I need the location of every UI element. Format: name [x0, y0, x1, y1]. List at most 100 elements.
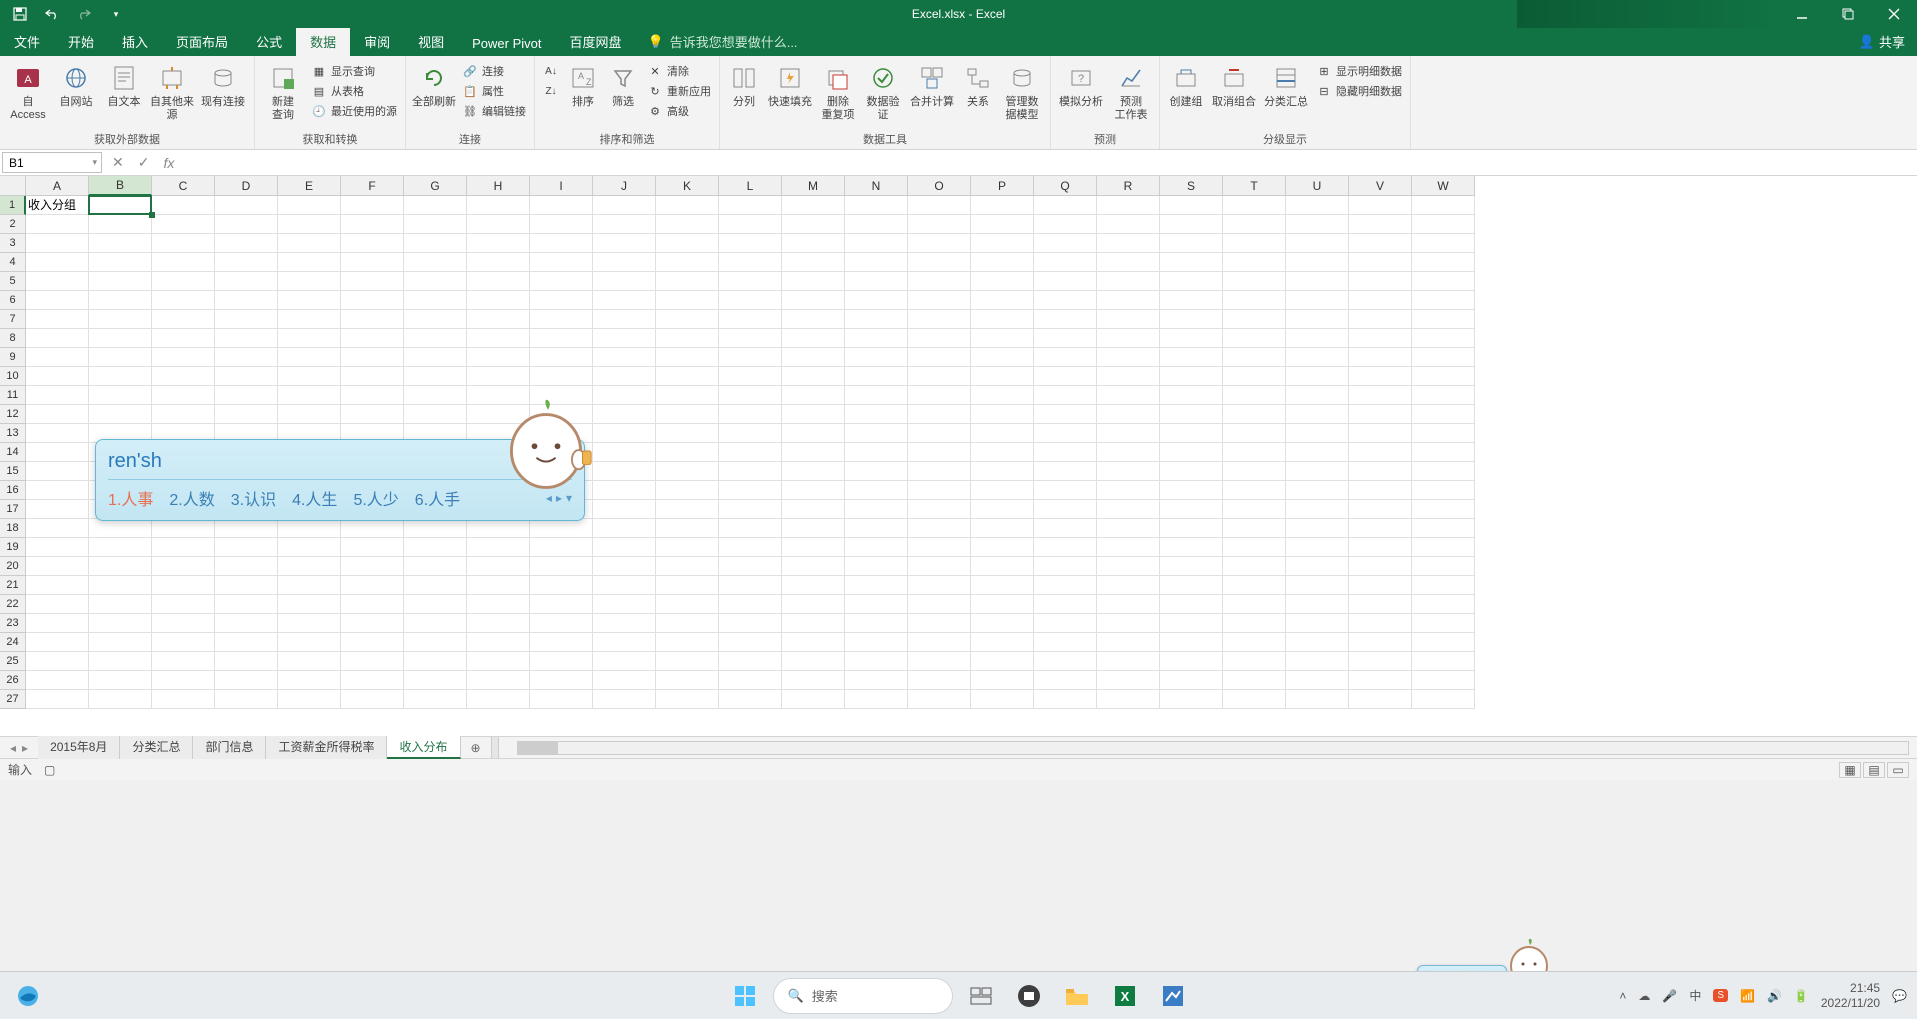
cell-S19[interactable]	[1160, 538, 1223, 557]
cell-P27[interactable]	[971, 690, 1034, 709]
cell-B25[interactable]	[89, 652, 152, 671]
explorer-icon[interactable]	[1057, 976, 1097, 1016]
cell-D26[interactable]	[215, 671, 278, 690]
col-header-M[interactable]: M	[782, 176, 845, 196]
row-header-8[interactable]: 8	[0, 329, 26, 348]
cell-P11[interactable]	[971, 386, 1034, 405]
cell-N2[interactable]	[845, 215, 908, 234]
cell-M17[interactable]	[782, 500, 845, 519]
col-header-T[interactable]: T	[1223, 176, 1286, 196]
undo-icon[interactable]	[40, 4, 64, 24]
cell-M2[interactable]	[782, 215, 845, 234]
cell-N24[interactable]	[845, 633, 908, 652]
tab-data[interactable]: 数据	[296, 27, 350, 56]
cell-M26[interactable]	[782, 671, 845, 690]
row-header-17[interactable]: 17	[0, 500, 26, 519]
cell-F8[interactable]	[341, 329, 404, 348]
cell-R27[interactable]	[1097, 690, 1160, 709]
cell-L17[interactable]	[719, 500, 782, 519]
cell-G11[interactable]	[404, 386, 467, 405]
forecast-sheet-button[interactable]: 预测 工作表	[1109, 58, 1153, 122]
cell-S10[interactable]	[1160, 367, 1223, 386]
cell-A25[interactable]	[26, 652, 89, 671]
cell-W18[interactable]	[1412, 519, 1475, 538]
cell-R9[interactable]	[1097, 348, 1160, 367]
cell-G6[interactable]	[404, 291, 467, 310]
cell-J12[interactable]	[593, 405, 656, 424]
cell-V18[interactable]	[1349, 519, 1412, 538]
cell-O2[interactable]	[908, 215, 971, 234]
cell-O5[interactable]	[908, 272, 971, 291]
existing-conn-button[interactable]: 现有连接	[198, 58, 248, 109]
cell-F24[interactable]	[341, 633, 404, 652]
cell-U22[interactable]	[1286, 595, 1349, 614]
cell-C27[interactable]	[152, 690, 215, 709]
cell-B19[interactable]	[89, 538, 152, 557]
cell-V14[interactable]	[1349, 443, 1412, 462]
cell-U7[interactable]	[1286, 310, 1349, 329]
cell-L19[interactable]	[719, 538, 782, 557]
cell-H9[interactable]	[467, 348, 530, 367]
cell-C8[interactable]	[152, 329, 215, 348]
cell-I2[interactable]	[530, 215, 593, 234]
cell-J18[interactable]	[593, 519, 656, 538]
cell-U20[interactable]	[1286, 557, 1349, 576]
cell-P16[interactable]	[971, 481, 1034, 500]
cell-E24[interactable]	[278, 633, 341, 652]
cell-G25[interactable]	[404, 652, 467, 671]
row-header-2[interactable]: 2	[0, 215, 26, 234]
cell-A7[interactable]	[26, 310, 89, 329]
close-icon[interactable]	[1871, 0, 1917, 28]
cell-V16[interactable]	[1349, 481, 1412, 500]
cell-B9[interactable]	[89, 348, 152, 367]
tab-powerpivot[interactable]: Power Pivot	[458, 31, 555, 56]
cell-K15[interactable]	[656, 462, 719, 481]
cell-R13[interactable]	[1097, 424, 1160, 443]
cell-A8[interactable]	[26, 329, 89, 348]
tab-review[interactable]: 审阅	[350, 27, 404, 56]
cell-U21[interactable]	[1286, 576, 1349, 595]
cell-D12[interactable]	[215, 405, 278, 424]
maximize-icon[interactable]	[1825, 0, 1871, 28]
cell-T13[interactable]	[1223, 424, 1286, 443]
view-page-layout-icon[interactable]: ▤	[1863, 762, 1885, 778]
cell-L24[interactable]	[719, 633, 782, 652]
cell-S14[interactable]	[1160, 443, 1223, 462]
cell-F18[interactable]	[341, 519, 404, 538]
cell-T17[interactable]	[1223, 500, 1286, 519]
cell-E27[interactable]	[278, 690, 341, 709]
cell-I7[interactable]	[530, 310, 593, 329]
select-all-corner[interactable]	[0, 176, 26, 196]
cell-C10[interactable]	[152, 367, 215, 386]
sheet-tab-2[interactable]: 部门信息	[193, 736, 266, 759]
cell-B1[interactable]	[89, 196, 152, 215]
cell-Q19[interactable]	[1034, 538, 1097, 557]
cell-G21[interactable]	[404, 576, 467, 595]
cell-S2[interactable]	[1160, 215, 1223, 234]
cell-R10[interactable]	[1097, 367, 1160, 386]
cell-E6[interactable]	[278, 291, 341, 310]
col-header-P[interactable]: P	[971, 176, 1034, 196]
cell-B3[interactable]	[89, 234, 152, 253]
share-button[interactable]: 👤 共享	[1847, 27, 1917, 56]
cell-T10[interactable]	[1223, 367, 1286, 386]
cell-B10[interactable]	[89, 367, 152, 386]
cell-S21[interactable]	[1160, 576, 1223, 595]
cell-N25[interactable]	[845, 652, 908, 671]
cell-J14[interactable]	[593, 443, 656, 462]
cell-P8[interactable]	[971, 329, 1034, 348]
cell-L22[interactable]	[719, 595, 782, 614]
cell-E1[interactable]	[278, 196, 341, 215]
cell-Q22[interactable]	[1034, 595, 1097, 614]
cell-J9[interactable]	[593, 348, 656, 367]
cell-U13[interactable]	[1286, 424, 1349, 443]
cell-V12[interactable]	[1349, 405, 1412, 424]
cell-Q12[interactable]	[1034, 405, 1097, 424]
cell-O15[interactable]	[908, 462, 971, 481]
cell-N7[interactable]	[845, 310, 908, 329]
cell-C20[interactable]	[152, 557, 215, 576]
col-header-W[interactable]: W	[1412, 176, 1475, 196]
cell-I4[interactable]	[530, 253, 593, 272]
from-web-button[interactable]: 自网站	[54, 58, 98, 109]
advanced-filter-button[interactable]: ⚙高级	[645, 102, 713, 120]
